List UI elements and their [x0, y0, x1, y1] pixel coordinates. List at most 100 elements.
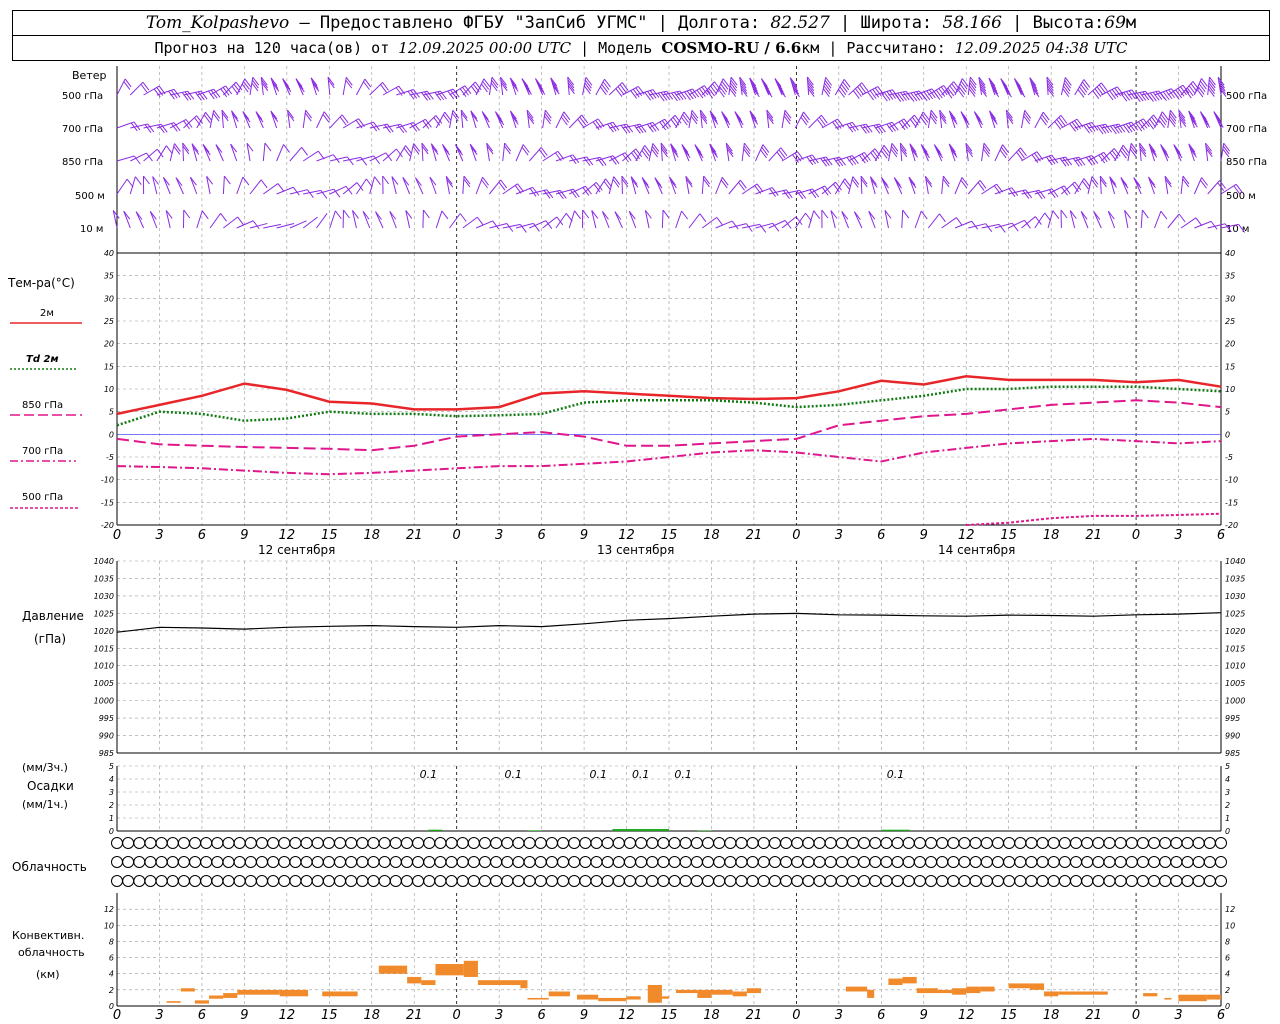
barb-flag [498, 181, 506, 191]
cloud-circle [824, 837, 837, 849]
cloud-symbol [568, 856, 581, 868]
cloud-circle [635, 837, 648, 849]
wind-barb [1013, 78, 1026, 98]
barb-shaft [196, 112, 207, 129]
cloud-symbol [1025, 837, 1038, 849]
barb-shaft [1034, 212, 1046, 229]
cloud-symbol [1136, 875, 1149, 887]
barb-flag [1121, 147, 1129, 156]
cloud-symbol [791, 856, 804, 868]
wind-barb [860, 175, 868, 195]
barb-flag [760, 149, 767, 159]
barb-flag [203, 114, 211, 124]
cloud-symbol [702, 837, 715, 849]
cloud-symbol [267, 856, 280, 868]
barb-flag [184, 91, 192, 101]
cloud-symbol [255, 875, 268, 887]
barb-shaft [135, 211, 145, 229]
wind-barb [1029, 77, 1040, 98]
wind-barb [230, 143, 238, 162]
cloud-symbol [378, 856, 391, 868]
cloud-symbol [278, 837, 291, 849]
cloud-symbol [601, 837, 614, 849]
barb-flag [1083, 79, 1091, 88]
wind-barb [421, 142, 429, 162]
cloud-symbol [345, 856, 358, 868]
cloud-circle [579, 856, 592, 868]
wind-barb [409, 118, 432, 130]
cloud-circle [423, 837, 436, 849]
latitude-label: | Широта: [840, 13, 933, 33]
barb-flag [605, 178, 612, 188]
xtick: 6 [877, 528, 885, 543]
wind-barb [449, 213, 467, 229]
wind-barb [1154, 111, 1169, 129]
conv-bar [1058, 991, 1108, 995]
ytick-right: 0 [1225, 827, 1230, 836]
wind-barb [369, 152, 393, 162]
wind-barb [1194, 220, 1218, 230]
barb-flag [334, 210, 342, 220]
barb-shaft [601, 211, 610, 229]
cloud-circle [356, 875, 369, 887]
barb-flag [506, 223, 514, 232]
cloud-circle [166, 875, 179, 887]
cloud-symbol [1081, 837, 1094, 849]
cloud-circle [913, 837, 926, 849]
cloud-symbol [322, 837, 335, 849]
cloud-symbol [1215, 837, 1227, 849]
barb-flag [583, 157, 591, 166]
conv-bar [527, 997, 549, 1000]
ytick-left: 4 [109, 970, 114, 979]
cloud-symbol [456, 875, 469, 887]
xtick: 21 [746, 1008, 763, 1023]
wind-barb [209, 213, 227, 229]
cloud-symbol [1025, 875, 1038, 887]
wind-barb [415, 177, 424, 195]
cloud-circle [545, 856, 558, 868]
barb-flag [481, 83, 488, 93]
barb-shaft [954, 220, 972, 229]
wind-barb [893, 177, 903, 195]
wind-barb [989, 110, 998, 129]
cloud-symbol [322, 856, 335, 868]
cloud-symbol [1125, 837, 1138, 849]
cloud-symbol [913, 856, 926, 868]
wind-barb [1080, 211, 1089, 229]
ytick-right: 1025 [1225, 609, 1245, 618]
wind-barb [395, 145, 412, 162]
wind-barb [1005, 109, 1014, 129]
barb-flag [961, 177, 969, 186]
barb-flag [880, 150, 888, 159]
cloud-circle [902, 875, 915, 887]
wind-barb [236, 176, 250, 195]
cloud-circle [222, 856, 235, 868]
barb-shaft [994, 144, 1004, 162]
cloud-circle [1081, 856, 1094, 868]
cloud-circle [434, 875, 447, 887]
xtick: 6 [1217, 1008, 1225, 1023]
barb-flag [242, 176, 250, 186]
cloud-symbol [646, 856, 659, 868]
barb-shaft [781, 110, 786, 129]
wind-barb [130, 123, 155, 133]
barb-flag [1085, 156, 1093, 166]
cloud-circle [356, 856, 369, 868]
wind-barb [435, 210, 449, 229]
wind-barb [255, 111, 264, 129]
altitude-unit: м [1125, 13, 1137, 33]
wind-barb [529, 189, 554, 199]
cloud-symbol [847, 856, 859, 868]
cloud-circle [858, 875, 871, 887]
xtick: 15 [661, 1008, 678, 1023]
cloud-circle [958, 875, 971, 887]
wind-barb [595, 178, 612, 195]
wind-barb [806, 76, 815, 97]
wind-barb [675, 210, 688, 229]
wind-barb [355, 78, 372, 96]
cloud-circle [322, 875, 335, 887]
wind-level-0: 500 гПа [62, 91, 103, 102]
wind-barb [899, 142, 908, 162]
ytick-left: 25 [104, 317, 114, 326]
wind-barb [149, 210, 158, 229]
